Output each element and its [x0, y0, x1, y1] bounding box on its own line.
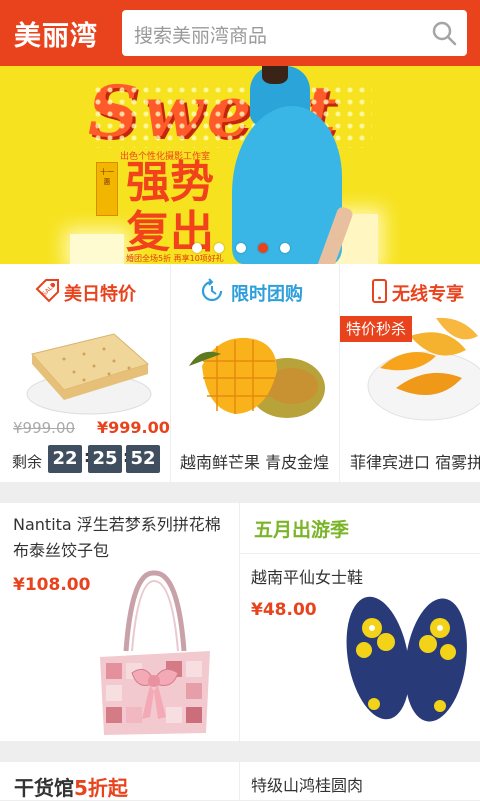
carousel-dot[interactable]: [236, 243, 246, 253]
product-title: 特级山鸿桂圆肉: [251, 776, 364, 795]
product-card-bag[interactable]: Nantita 浮生若梦系列拼花棉布泰丝饺子包 ¥108.00: [0, 503, 239, 741]
carousel-indicator: [0, 243, 480, 253]
countdown-seconds: 52: [126, 445, 160, 473]
countdown-hours: 22: [48, 445, 82, 473]
sale-tag-icon: SALE: [35, 279, 59, 303]
group-buy-item-name: 越南鲜芒果 青皮金煌: [180, 453, 330, 472]
carousel-dot[interactable]: [280, 243, 290, 253]
group-buy-panel[interactable]: 限时团购 越南鲜芒果 青皮金煌: [171, 264, 339, 482]
product-title: Nantita 浮生若梦系列拼花棉布泰丝饺子包: [13, 515, 221, 560]
cracker-image: [26, 333, 152, 415]
phone-icon: [372, 279, 387, 303]
search-box[interactable]: 搜索美丽湾商品: [122, 10, 467, 56]
banner-line-1: 强势: [126, 157, 214, 208]
product-price: ¥48.00: [251, 600, 317, 620]
mobile-exclusive-item-name: 菲律宾进口 宿雾拼: [350, 453, 480, 472]
app-logo[interactable]: 美丽湾: [14, 14, 98, 53]
product-title: 越南平仙女士鞋: [251, 568, 364, 587]
travel-season-banner[interactable]: 五月出游季: [240, 503, 480, 553]
model-hair: [262, 66, 288, 84]
daily-special-title: 美日特价: [64, 284, 136, 305]
section-title-discount: 5折起: [74, 776, 128, 800]
carousel-dot[interactable]: [214, 243, 224, 253]
mobile-exclusive-title: 无线专享: [392, 284, 464, 305]
group-buy-title: 限时团购: [231, 284, 303, 305]
section-title-main: 干货馆: [14, 776, 74, 800]
sale-price: ¥999.00: [97, 418, 170, 437]
carousel-dot-active[interactable]: [258, 243, 268, 253]
promo-banner[interactable]: Sweet 出色个性化摄影工作室 十一惠 强势 复出 婚团全场5折 再享10项好…: [0, 66, 480, 264]
countdown-label: 剩余: [12, 453, 43, 471]
section-title: 干货馆5折起: [14, 772, 128, 801]
section-title: 五月出游季: [254, 519, 350, 541]
bag-image: [100, 570, 210, 735]
search-input[interactable]: 搜索美丽湾商品: [134, 21, 267, 48]
clock-icon: [201, 278, 223, 302]
mango-image: [189, 337, 325, 418]
product-card-sandals[interactable]: 越南平仙女士鞋 ¥48.00: [240, 554, 480, 741]
sandals-image: [346, 596, 467, 722]
banner-footnote: 婚团全场5折 再享10项好礼: [126, 254, 224, 263]
carousel-dot[interactable]: [192, 243, 202, 253]
product-price: ¥108.00: [13, 575, 91, 595]
mobile-exclusive-panel[interactable]: 无线专享 特价秒杀 菲律宾进口 宿雾拼: [340, 264, 480, 482]
top-bar: 美丽湾 搜索美丽湾商品: [0, 0, 480, 66]
product-card-longan[interactable]: 特级山鸿桂圆肉: [240, 762, 480, 800]
dry-goods-section[interactable]: 干货馆5折起: [0, 762, 239, 800]
countdown-minutes: 25: [88, 445, 122, 473]
banner-side-tag: 十一惠: [96, 162, 118, 216]
original-price: ¥999.00: [13, 419, 76, 437]
search-icon[interactable]: [431, 20, 457, 46]
flash-sale-badge: 特价秒杀: [340, 316, 413, 342]
daily-special-panel[interactable]: SALE 美日特价 ¥999.00 ¥999.00 剩余 22 : 25 : 5…: [0, 264, 170, 482]
